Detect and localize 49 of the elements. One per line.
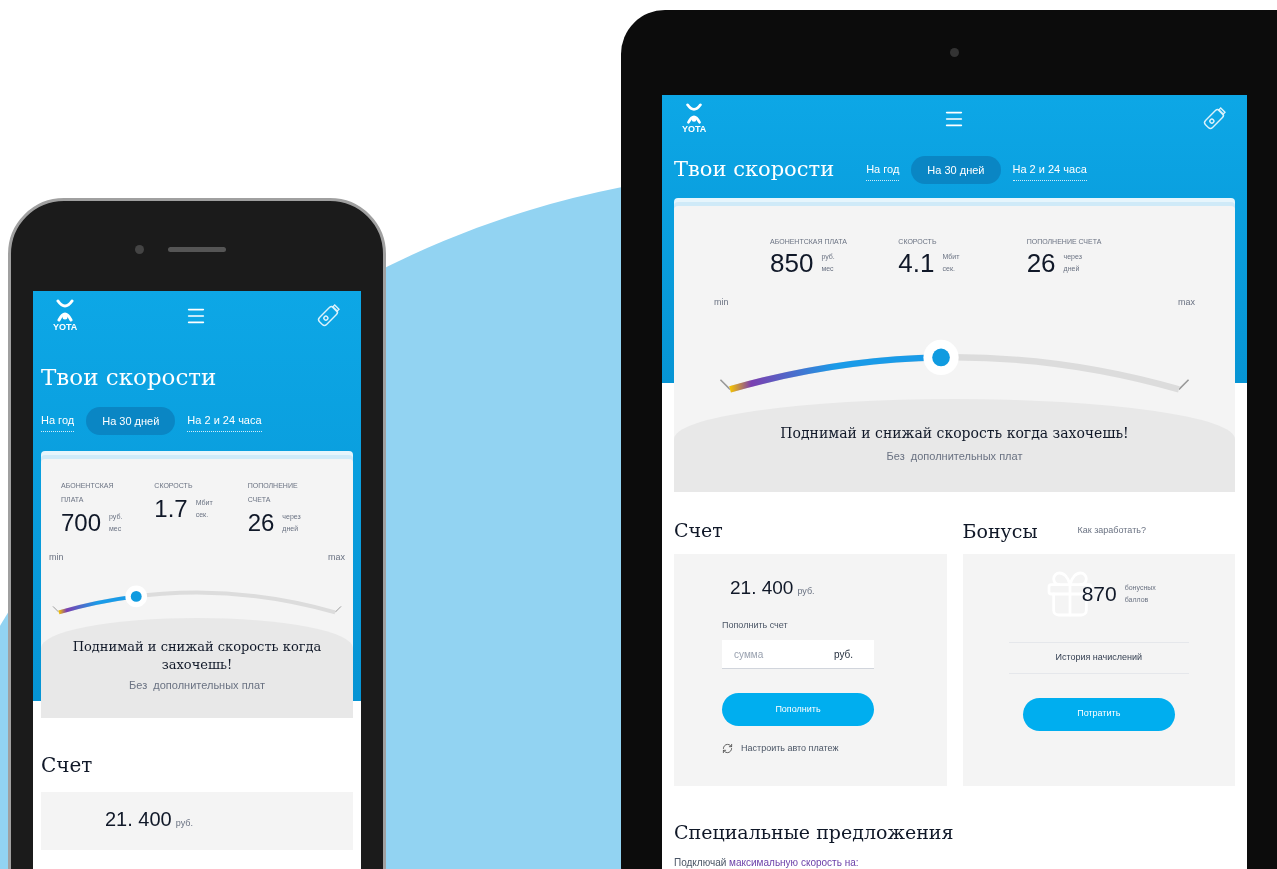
slider-thumb[interactable] — [923, 339, 959, 375]
balance-unit: руб. — [175, 816, 193, 830]
stat-value: 1.7 — [154, 497, 188, 521]
subline: Без дополнительных плат — [129, 678, 265, 694]
section-heading: Специальные предложения — [674, 820, 955, 846]
stat-value: 4.1 — [898, 250, 935, 277]
stat-value: 26 — [1026, 250, 1056, 277]
period-tab[interactable]: На 2 и 24 часа — [187, 410, 262, 432]
page-title: Твои скорости — [674, 156, 835, 183]
history-link[interactable]: История начислений — [1055, 651, 1143, 665]
period-tab[interactable]: На 30 дней — [86, 406, 176, 435]
max-label: max — [1178, 296, 1195, 310]
section-heading: Бонусы — [962, 519, 1038, 544]
headline: Поднимай и снижай скорость когда захочешь! — [780, 423, 1129, 443]
offer-text: Подключай максимальную скорость на: — [674, 855, 860, 869]
page-title: Твои скорости — [40, 363, 218, 392]
points-value: 870 — [1081, 581, 1117, 608]
slider-thumb[interactable] — [125, 585, 148, 607]
subline: Без дополнительных плат — [886, 448, 1023, 464]
amount-field[interactable]: сумма — [722, 640, 834, 670]
period-tab[interactable]: На 2 и 24 часа — [1012, 159, 1087, 181]
autopay-link[interactable]: Настроить авто платеж — [741, 742, 839, 756]
stat-value: 700 — [61, 511, 102, 535]
speed-link[interactable]: максимальную скорость на: — [729, 856, 859, 868]
logo-text: YOTA — [53, 323, 78, 332]
stat-value: 850 — [770, 250, 814, 277]
headline: Поднимай и снижай скорость когда захочешь! — [71, 637, 323, 674]
balance-value: 21. 400 — [730, 576, 794, 601]
refresh-icon — [722, 743, 733, 755]
balance-unit: руб. — [797, 585, 815, 599]
stat-value: 26 — [247, 511, 275, 535]
section-heading: Счет — [41, 751, 94, 779]
section-heading: Счет — [674, 518, 724, 544]
max-label: max — [328, 551, 345, 564]
logo-text: YOTA — [682, 125, 707, 134]
period-tab[interactable]: На 30 дней — [911, 155, 1001, 184]
balance-value: 21. 400 — [105, 806, 172, 832]
usb-stick-icon — [1201, 105, 1227, 132]
min-label: min — [714, 296, 729, 310]
speaker-grille — [168, 246, 226, 252]
period-tab[interactable]: На год — [866, 159, 900, 181]
currency-label: руб. — [834, 640, 874, 670]
min-label: min — [49, 551, 64, 564]
earn-link[interactable]: Как заработать? — [1077, 524, 1146, 538]
topup-label: Пополнить счет — [722, 618, 789, 632]
period-tab[interactable]: На год — [41, 410, 75, 432]
topup-button[interactable]: Пополнить — [722, 693, 874, 727]
usb-stick-icon — [315, 302, 341, 329]
spend-button[interactable]: Потратить — [1022, 697, 1175, 731]
